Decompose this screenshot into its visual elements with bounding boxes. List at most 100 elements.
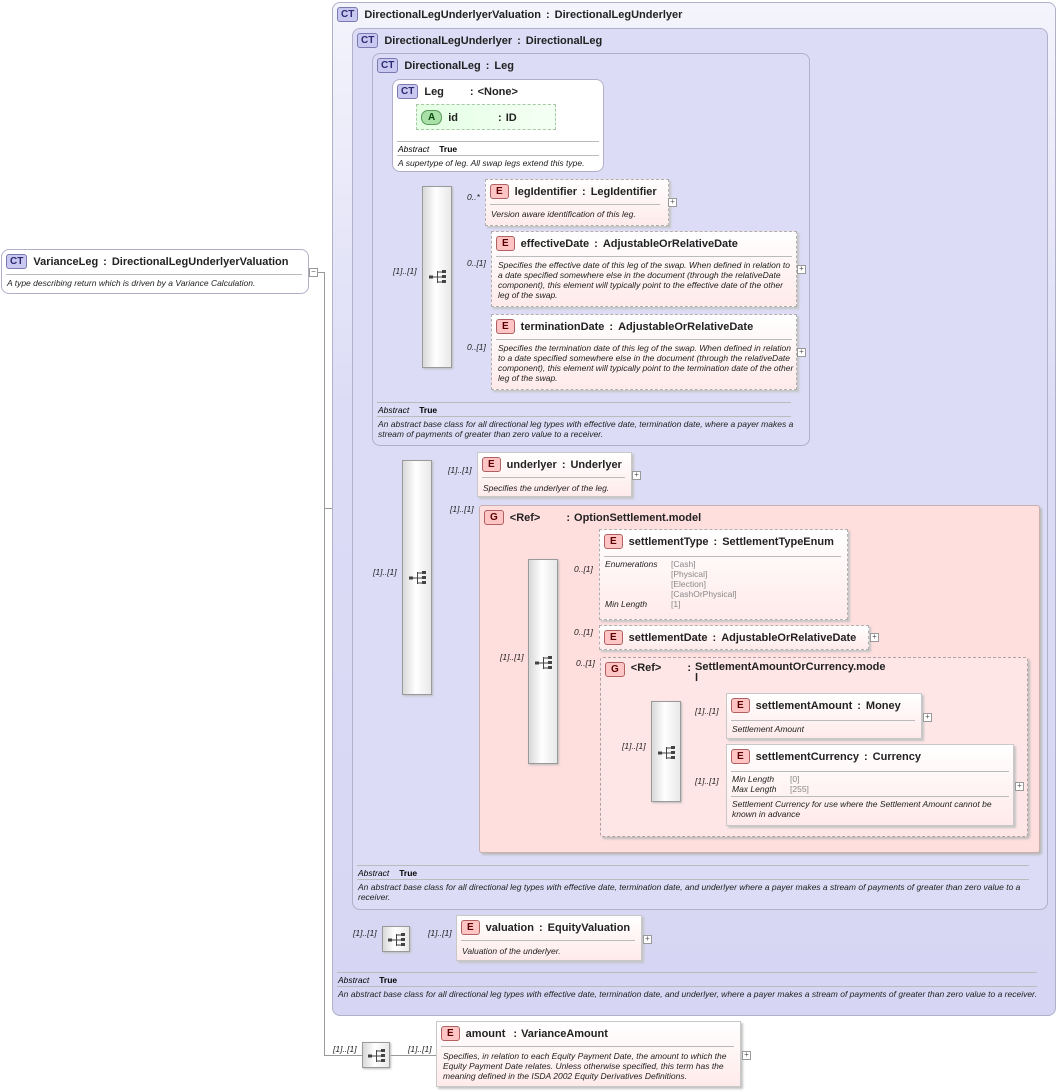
- expand-icon[interactable]: +: [797, 265, 806, 274]
- base-type: <None>: [477, 85, 518, 98]
- element-type: AdjustableOrRelativeDate: [721, 631, 857, 644]
- element-settlement-amount[interactable]: EsettlementAmount: Money Settlement Amoun…: [726, 693, 922, 739]
- cardinality: [1]..[1]: [695, 706, 719, 716]
- expand-icon[interactable]: +: [923, 713, 932, 722]
- element-separator: :: [582, 185, 586, 198]
- element-type: VarianceAmount: [521, 1027, 608, 1040]
- divider: [6, 274, 302, 275]
- cardinality: 0..[1]: [574, 564, 593, 574]
- group-ref: <Ref>: [630, 662, 662, 674]
- element-leg-identifier[interactable]: ElegIdentifier: LegIdentifier Version awa…: [485, 179, 669, 226]
- cardinality: 0..*: [467, 192, 480, 202]
- sequence-compositor-icon: [368, 1049, 386, 1063]
- connector-line: [324, 272, 325, 1056]
- divider: [496, 339, 792, 340]
- variance-leg-type[interactable]: CT VarianceLeg : DirectionalLegUnderlyer…: [1, 249, 309, 294]
- abstract-flag: Abstract True: [358, 868, 418, 878]
- element-valuation[interactable]: Evaluation: EquityValuation Valuation of …: [456, 915, 642, 961]
- sequence-compositor[interactable]: [528, 559, 558, 764]
- base-type: Leg: [494, 59, 514, 72]
- group-separator: :: [566, 511, 571, 524]
- expand-icon[interactable]: +: [632, 471, 641, 480]
- type-name: VarianceLeg: [33, 255, 99, 268]
- cardinality: [1]..[1]: [448, 465, 472, 475]
- connector-line: [390, 1055, 436, 1056]
- element-settlement-date[interactable]: EsettlementDate: AdjustableOrRelativeDate: [599, 625, 869, 650]
- sequence-compositor[interactable]: [651, 701, 681, 802]
- element-effective-date[interactable]: EeffectiveDate: AdjustableOrRelativeDate …: [491, 231, 797, 307]
- element-separator: :: [713, 535, 718, 548]
- group-type: SettlementAmountOrCurrency.mode l: [695, 661, 886, 684]
- element-settlement-type[interactable]: EsettlementType: SettlementTypeEnum Enume…: [599, 529, 848, 620]
- sequence-compositor-icon: [388, 933, 406, 947]
- sequence-compositor[interactable]: [422, 186, 452, 368]
- type-name: DirectionalLegUnderlyerValuation: [364, 8, 541, 21]
- type-name: DirectionalLegUnderlyer: [384, 34, 513, 47]
- element-settlement-currency[interactable]: EsettlementCurrency: Currency Min Length[…: [726, 744, 1014, 826]
- cardinality: [1]..[1]: [353, 928, 377, 938]
- expand-icon[interactable]: +: [668, 198, 677, 207]
- facet-lengths: Min Length [0] Max Length [255]: [732, 774, 809, 794]
- element-description: Specifies the termination date of this l…: [498, 343, 794, 383]
- sequence-compositor-icon: [535, 656, 553, 670]
- sequence-compositor[interactable]: [362, 1042, 390, 1068]
- element-separator: :: [857, 699, 861, 712]
- complex-type-icon: CT: [397, 84, 419, 99]
- expand-icon[interactable]: +: [1015, 782, 1024, 791]
- divider: [357, 879, 1029, 880]
- cardinality: [1]..[1]: [408, 1044, 432, 1054]
- divider: [357, 865, 1029, 866]
- element-type: SettlementTypeEnum: [722, 535, 834, 548]
- element-termination-date[interactable]: EterminationDate: AdjustableOrRelativeDat…: [491, 314, 797, 390]
- element-underlyer[interactable]: Eunderlyer: Underlyer Specifies the under…: [477, 452, 632, 497]
- sequence-compositor[interactable]: [382, 926, 410, 952]
- element-description: Settlement Currency for use where the Se…: [732, 799, 992, 819]
- cardinality: [1]..[1]: [695, 776, 719, 786]
- element-type: Currency: [872, 750, 921, 763]
- divider: [731, 796, 1009, 797]
- collapse-icon[interactable]: −: [309, 268, 318, 277]
- expand-icon[interactable]: +: [870, 633, 879, 642]
- element-type: AdjustableOrRelativeDate: [602, 237, 738, 250]
- cardinality: [1]..[1]: [428, 928, 452, 938]
- cardinality: [1]..[1]: [333, 1044, 357, 1054]
- element-separator: :: [864, 750, 868, 763]
- expand-icon[interactable]: +: [643, 935, 652, 944]
- type-description: A supertype of leg. All swap legs extend…: [398, 158, 585, 168]
- sequence-compositor-icon: [409, 571, 427, 585]
- base-type: DirectionalLeg: [525, 34, 603, 47]
- divider: [441, 1046, 734, 1047]
- element-type: LegIdentifier: [590, 185, 657, 198]
- sequence-compositor[interactable]: [402, 460, 432, 695]
- element-type: EquityValuation: [547, 921, 631, 934]
- facet-enumerations: Enumerations [Cash] [Physical] [Election]…: [605, 559, 737, 609]
- cardinality: 0..[1]: [576, 658, 595, 668]
- element-description: Specifies the effective date of this leg…: [498, 260, 791, 300]
- divider: [731, 771, 1009, 772]
- element-name: settlementCurrency: [755, 750, 859, 763]
- type-separator: :: [517, 34, 521, 47]
- element-type: Money: [865, 699, 901, 712]
- expand-icon[interactable]: +: [797, 348, 806, 357]
- divider: [337, 972, 1037, 973]
- connector-line: [324, 1055, 362, 1056]
- divider: [397, 141, 599, 142]
- base-type: DirectionalLegUnderlyer: [554, 8, 683, 21]
- element-name: settlementDate: [628, 631, 708, 644]
- divider: [482, 477, 625, 478]
- element-name: valuation: [485, 921, 534, 934]
- complex-type-icon: CT: [6, 254, 28, 269]
- expand-icon[interactable]: +: [742, 1051, 751, 1060]
- complex-type-icon: CT: [337, 7, 359, 22]
- divider: [604, 556, 841, 557]
- cardinality: 0..[1]: [467, 342, 486, 352]
- element-amount[interactable]: Eamount: VarianceAmount Specifies, in rel…: [436, 1021, 741, 1087]
- type-name: DirectionalLeg: [404, 59, 481, 72]
- element-name: settlementAmount: [755, 699, 853, 712]
- attribute-name: id: [448, 111, 459, 124]
- element-icon: E: [461, 920, 480, 935]
- element-name: underlyer: [506, 458, 557, 471]
- attribute-id[interactable]: A id : ID: [416, 104, 556, 130]
- type-separator: :: [546, 8, 550, 21]
- element-type: AdjustableOrRelativeDate: [618, 320, 754, 333]
